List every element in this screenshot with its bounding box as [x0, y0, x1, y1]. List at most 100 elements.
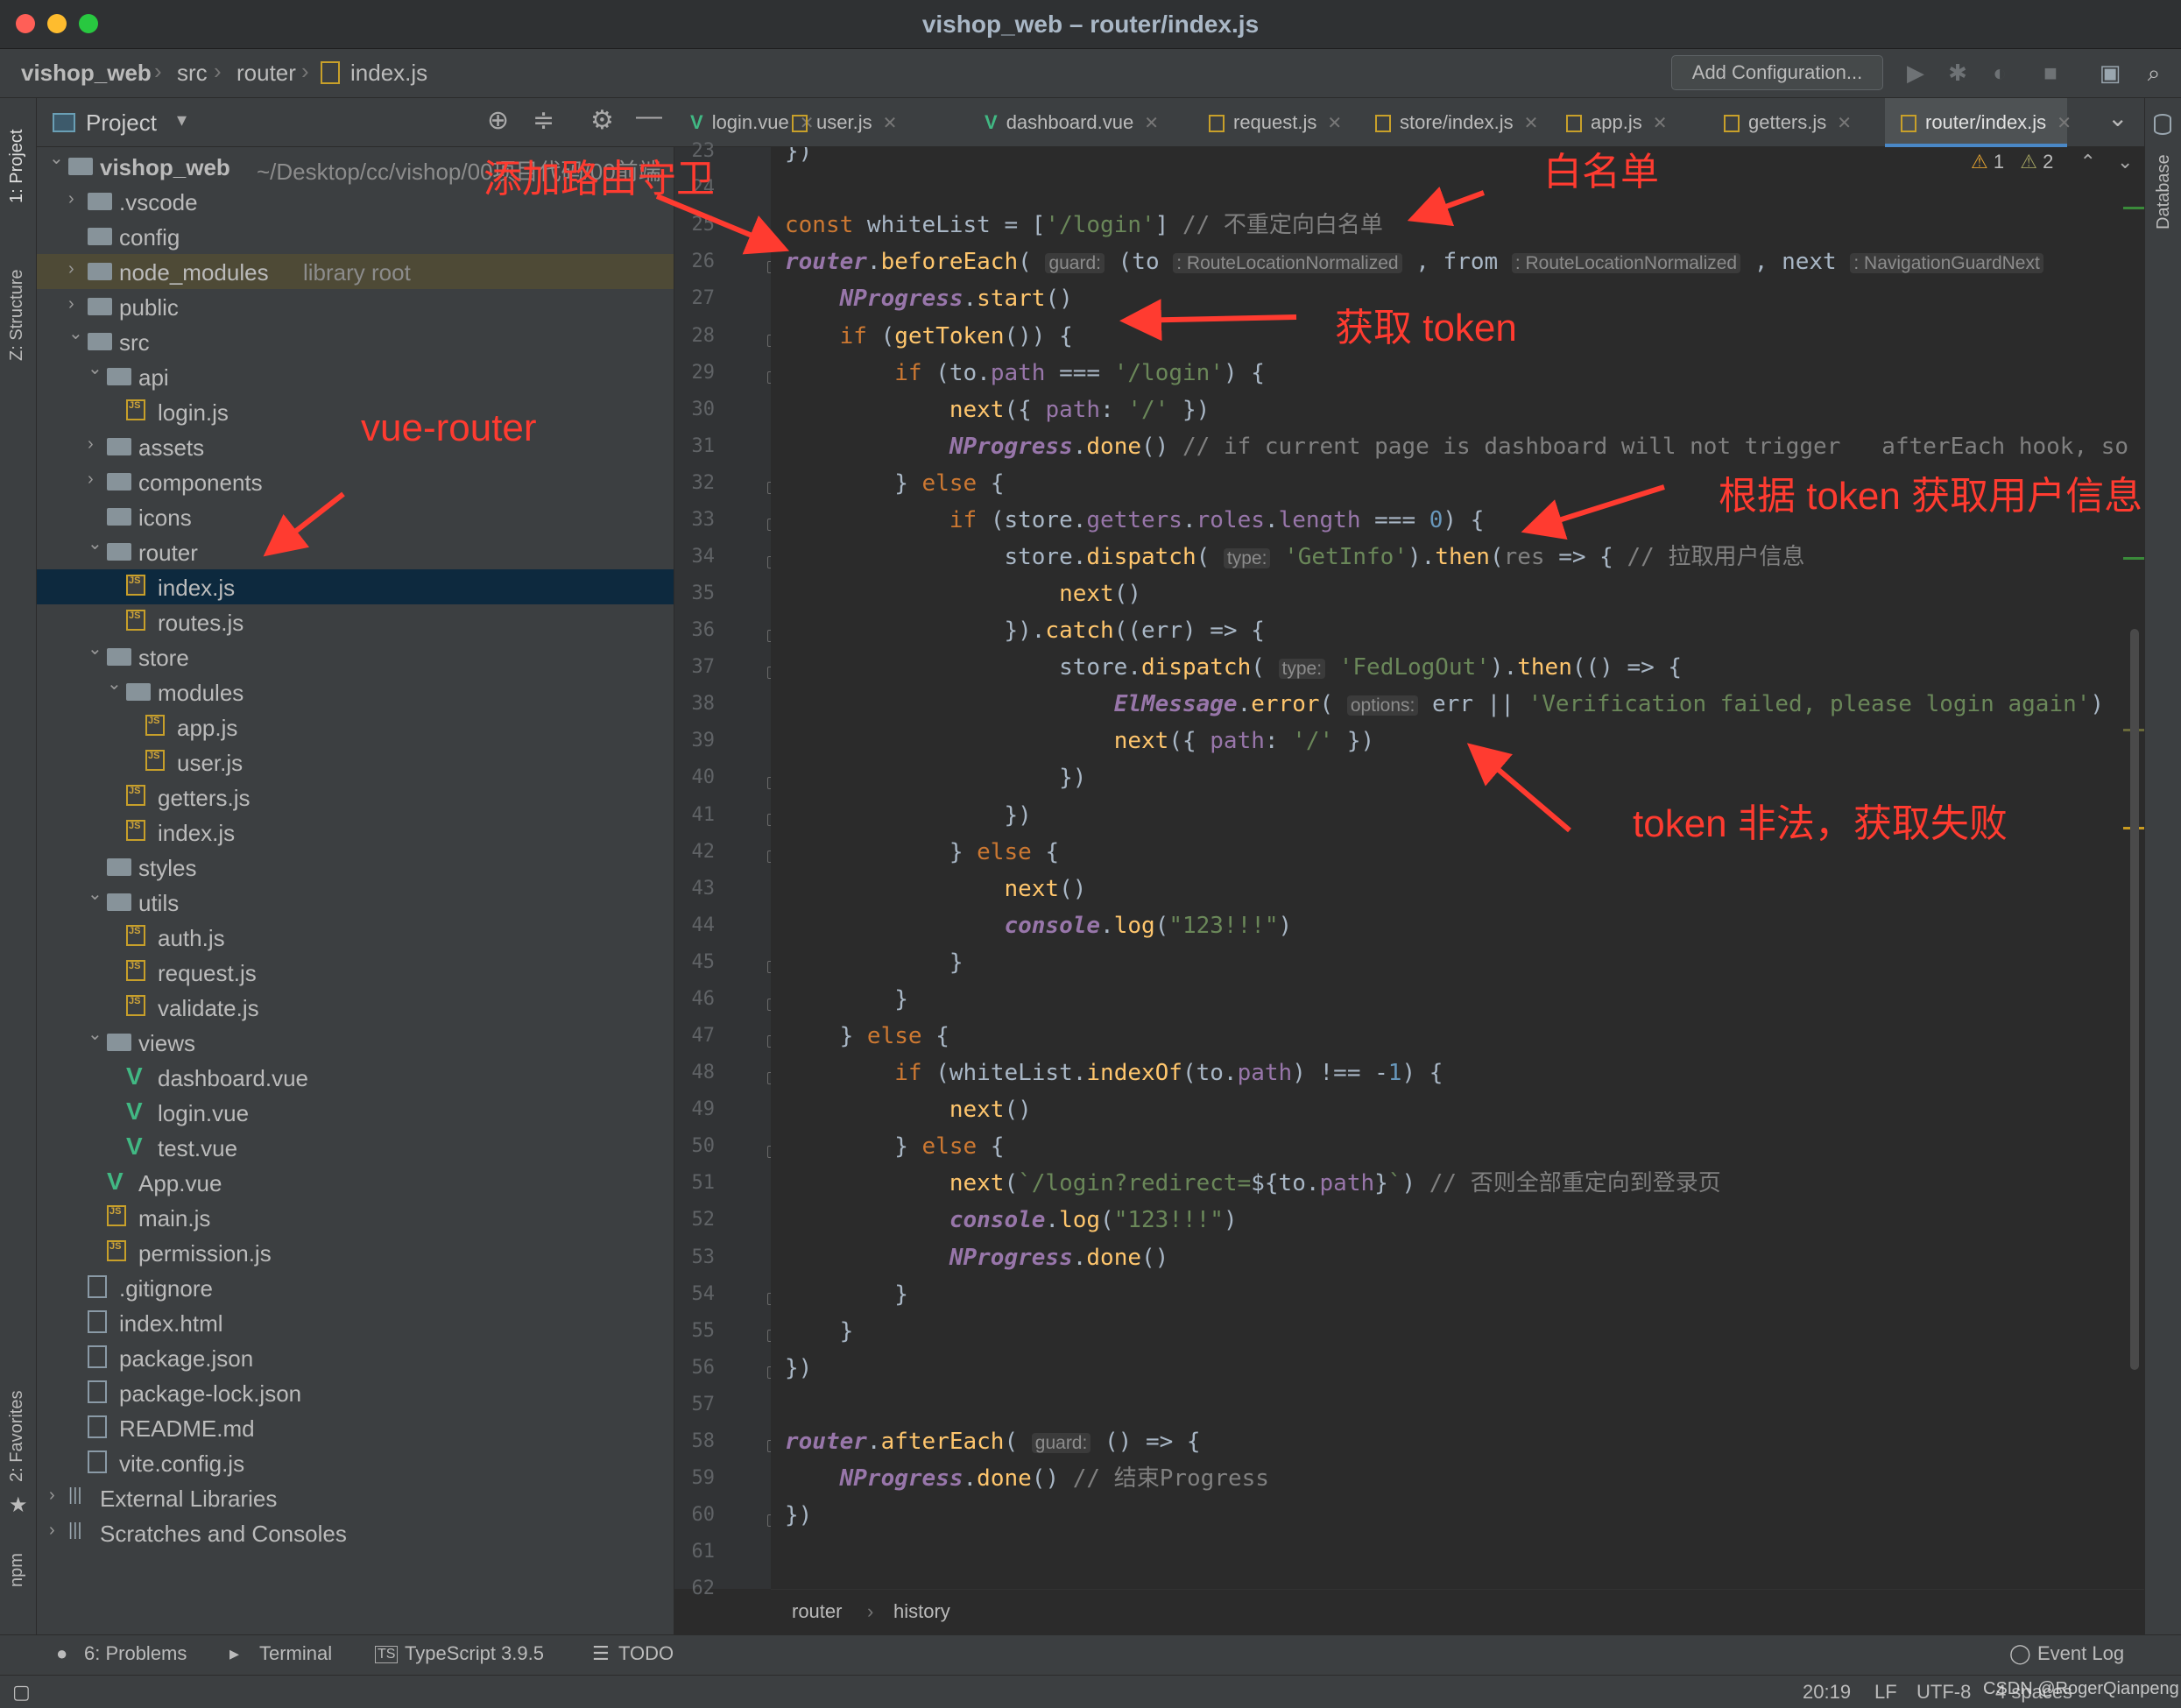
search-icon[interactable]: ⌕: [2139, 58, 2169, 88]
tree-folder[interactable]: ⌄ views: [37, 1025, 674, 1060]
tree-file[interactable]: .gitignore: [37, 1270, 674, 1305]
project-panel-title[interactable]: Project: [86, 109, 157, 137]
editor-tab[interactable]: user.js ✕: [776, 98, 963, 147]
editor-tab[interactable]: request.js ✕: [1193, 98, 1354, 147]
tree-folder[interactable]: icons: [37, 499, 674, 534]
code-breadcrumb-item[interactable]: router: [792, 1600, 842, 1623]
typescript-tool-tab[interactable]: TypeScript 3.9.5: [405, 1642, 544, 1665]
close-icon[interactable]: ✕: [1653, 114, 1668, 133]
chevron-right-icon[interactable]: ›: [68, 294, 86, 314]
next-highlight-icon[interactable]: ⌄: [2117, 151, 2133, 173]
coverage-icon[interactable]: ◐: [1985, 58, 2015, 88]
tree-folder[interactable]: ⌄ store: [37, 639, 674, 674]
chevron-down-icon[interactable]: ⌄: [107, 673, 124, 695]
tree-file[interactable]: V App.vue: [37, 1165, 674, 1200]
tree-file[interactable]: JS index.js: [37, 815, 674, 850]
tree-folder[interactable]: config: [37, 219, 674, 254]
tree-folder[interactable]: › public: [37, 289, 674, 324]
code-breadcrumb-item[interactable]: history: [893, 1600, 950, 1623]
chevron-down-icon[interactable]: ⌄: [68, 322, 86, 344]
caret-position[interactable]: 20:19: [1803, 1681, 1851, 1704]
tree-file[interactable]: JS getters.js: [37, 780, 674, 815]
tree-folder[interactable]: › node_modules library root: [37, 254, 674, 289]
tree-file[interactable]: Vlogin.vue: [37, 1095, 674, 1130]
terminal-tool-tab[interactable]: Terminal: [259, 1642, 332, 1665]
tree-file[interactable]: › ||| Scratches and Consoles: [37, 1515, 674, 1550]
gear-icon[interactable]: ⚙: [590, 105, 614, 136]
chevron-right-icon[interactable]: ›: [49, 1486, 67, 1506]
code-editor[interactable]: ⚠ 1 ⚠ 2 ⌃ ⌄ }) const whiteList = ['/login…: [771, 147, 2144, 1589]
tree-file[interactable]: vite.config.js: [37, 1445, 674, 1480]
chevron-right-icon[interactable]: ›: [88, 434, 105, 455]
tree-folder[interactable]: › assets: [37, 429, 674, 464]
tree-file[interactable]: JS login.js: [37, 394, 674, 429]
close-icon[interactable]: ✕: [1144, 114, 1159, 133]
tree-folder[interactable]: ⌄ src: [37, 324, 674, 359]
run-anything-icon[interactable]: ▣: [2095, 58, 2125, 88]
chevron-right-icon[interactable]: ›: [88, 469, 105, 490]
chevron-down-icon[interactable]: ⌄: [88, 1023, 105, 1045]
hide-icon[interactable]: —: [636, 102, 662, 131]
problems-tool-tab[interactable]: 6: Problems: [84, 1642, 187, 1665]
editor-tab[interactable]: getters.js ✕: [1708, 98, 1880, 147]
debug-icon[interactable]: ✱: [1943, 58, 1973, 88]
breadcrumb-file[interactable]: index.js: [350, 60, 427, 87]
tree-folder[interactable]: styles: [37, 850, 674, 885]
tree-file[interactable]: index.html: [37, 1305, 674, 1340]
chevron-down-icon[interactable]: ⌄: [88, 638, 105, 660]
npm-tool-tab[interactable]: npm: [7, 1553, 27, 1587]
previous-highlight-icon[interactable]: ⌃: [2079, 151, 2095, 173]
close-icon[interactable]: ✕: [2057, 114, 2072, 133]
tree-folder[interactable]: › components: [37, 464, 674, 499]
tree-file[interactable]: README.md: [37, 1410, 674, 1445]
tree-folder[interactable]: ⌄ modules: [37, 674, 674, 709]
editor-tab[interactable]: Vdashboard.vue ✕: [969, 98, 1188, 147]
run-icon[interactable]: ▶: [1901, 58, 1930, 88]
collapse-all-icon[interactable]: ≑: [533, 105, 554, 136]
add-configuration-button[interactable]: Add Configuration...: [1671, 55, 1883, 90]
structure-tool-tab[interactable]: Z: Structure: [7, 270, 27, 361]
tree-file[interactable]: package-lock.json: [37, 1375, 674, 1410]
tree-folder[interactable]: ⌄ utils: [37, 885, 674, 920]
chevron-right-icon[interactable]: ›: [49, 1521, 67, 1541]
editor-tab[interactable]: store/index.js ✕: [1359, 98, 1545, 147]
tree-file[interactable]: JS app.js: [37, 709, 674, 745]
close-icon[interactable]: ✕: [883, 114, 898, 133]
chevron-down-icon[interactable]: ▾: [177, 109, 187, 131]
editor-tab[interactable]: router/index.js ✕: [1885, 98, 2072, 147]
tree-file[interactable]: › ||| External Libraries: [37, 1480, 674, 1515]
favorites-tool-tab[interactable]: 2: Favorites: [7, 1391, 27, 1482]
tree-folder[interactable]: ⌄ api: [37, 359, 674, 394]
tree-file[interactable]: JS index.js: [37, 569, 674, 604]
chevron-down-icon[interactable]: ⌄: [88, 883, 105, 905]
tree-file[interactable]: JS permission.js: [37, 1235, 674, 1270]
chevron-down-icon[interactable]: ⌄: [88, 357, 105, 379]
close-icon[interactable]: ✕: [1327, 114, 1342, 133]
chevron-right-icon[interactable]: ›: [68, 259, 86, 279]
tree-file[interactable]: Vtest.vue: [37, 1130, 674, 1165]
tree-file[interactable]: JS user.js: [37, 745, 674, 780]
stop-icon[interactable]: ■: [2036, 58, 2065, 88]
project-tool-tab[interactable]: 1: Project: [7, 130, 27, 203]
breadcrumb-router[interactable]: router: [236, 60, 296, 87]
vertical-scrollbar[interactable]: [2130, 629, 2139, 1370]
tree-file[interactable]: JS main.js: [37, 1200, 674, 1235]
tree-file[interactable]: JS auth.js: [37, 920, 674, 955]
tree-file[interactable]: package.json: [37, 1340, 674, 1375]
close-icon[interactable]: ✕: [1524, 114, 1539, 133]
breadcrumb-src[interactable]: src: [177, 60, 208, 87]
tab-list-chevron-icon[interactable]: ⌄: [2107, 103, 2128, 132]
close-icon[interactable]: ✕: [1837, 114, 1852, 133]
todo-tool-tab[interactable]: TODO: [618, 1642, 674, 1665]
locate-icon[interactable]: ⊕: [487, 105, 509, 136]
event-log-tool-tab[interactable]: Event Log: [2037, 1642, 2124, 1665]
chevron-down-icon[interactable]: ⌄: [88, 533, 105, 554]
file-encoding[interactable]: UTF-8: [1916, 1681, 1971, 1704]
inspection-widget[interactable]: ⚠ 1 ⚠ 2 ⌃ ⌄: [1971, 151, 2133, 173]
chevron-down-icon[interactable]: ⌄: [49, 147, 67, 169]
database-tool-tab[interactable]: Database: [2154, 154, 2174, 229]
tree-file[interactable]: JS routes.js: [37, 604, 674, 639]
breadcrumb-project[interactable]: vishop_web: [21, 60, 152, 87]
tree-file[interactable]: Vdashboard.vue: [37, 1060, 674, 1095]
tree-file[interactable]: JS request.js: [37, 955, 674, 990]
